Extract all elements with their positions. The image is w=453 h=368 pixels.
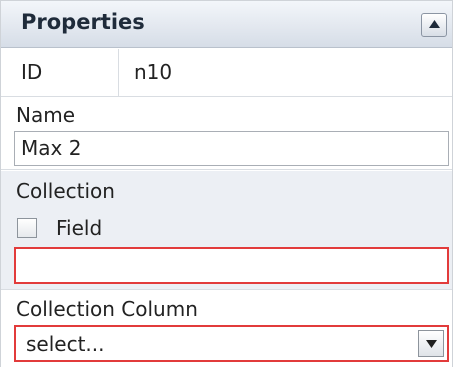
collapse-button[interactable]: [421, 13, 447, 37]
collection-column-section: Collection Column select...: [1, 291, 452, 368]
field-checkbox[interactable]: [17, 218, 37, 238]
collection-label: Collection: [16, 179, 115, 203]
id-row: ID n10: [1, 49, 452, 97]
collection-column-label: Collection Column: [16, 297, 198, 321]
name-input[interactable]: Max 2: [14, 131, 449, 166]
collection-section: Collection Field: [1, 171, 452, 290]
name-section: Name Max 2: [1, 97, 452, 170]
id-value: n10: [134, 60, 173, 84]
collection-column-selected-value: select...: [26, 332, 105, 356]
name-label: Name: [16, 103, 76, 127]
collection-input[interactable]: [14, 247, 449, 284]
triangle-up-icon: [429, 20, 440, 28]
panel-header: Properties: [1, 1, 452, 48]
panel-title: Properties: [21, 10, 145, 34]
properties-panel: Properties ID n10 Name Max 2 Collection …: [0, 0, 453, 368]
triangle-down-icon: [426, 340, 437, 348]
id-label-cell: ID: [1, 49, 119, 96]
dropdown-button[interactable]: [418, 330, 444, 357]
collection-column-select[interactable]: select...: [14, 325, 449, 362]
field-checkbox-label[interactable]: Field: [56, 216, 102, 240]
id-label: ID: [21, 60, 43, 84]
